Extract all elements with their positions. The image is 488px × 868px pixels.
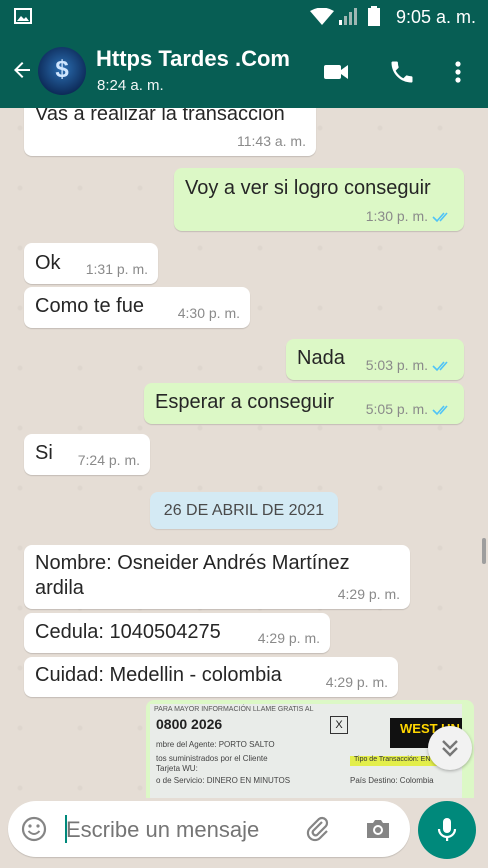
message-time: 4:29 p. m.	[325, 674, 388, 690]
message-outgoing[interactable]: Nada 5:03 p. m.	[286, 339, 464, 380]
message-time: 11:43 a. m.	[236, 133, 306, 149]
message-text: Nada	[297, 347, 345, 369]
message-outgoing[interactable]: Voy a ver si logro conseguir 1:30 p. m.	[174, 168, 464, 231]
wifi-icon	[310, 8, 334, 25]
image-notification-icon	[14, 8, 32, 24]
date-separator: 26 DE ABRIL DE 2021	[150, 492, 338, 529]
receipt-card: Tarjeta WU:	[156, 764, 198, 773]
read-ticks-icon	[432, 361, 448, 372]
battery-icon	[368, 6, 380, 26]
message-time: 1:31 p. m.	[85, 261, 148, 277]
message-incoming[interactable]: Ok 1:31 p. m.	[24, 243, 158, 284]
signal-icon	[339, 8, 357, 25]
back-arrow-icon[interactable]	[10, 58, 34, 82]
message-outgoing[interactable]: Esperar a conseguir 5:05 p. m.	[144, 383, 464, 424]
message-text: Voy a ver si logro conseguir	[185, 177, 431, 199]
receipt-header: PARA MAYOR INFORMACIÓN LLAME GRATIS AL	[154, 706, 314, 713]
read-ticks-icon	[432, 212, 448, 223]
receipt-supplied: tos suministrados por el Cliente	[156, 754, 268, 763]
message-meta: 5:05 p. m.	[366, 401, 454, 417]
image-message[interactable]: PARA MAYOR INFORMACIÓN LLAME GRATIS AL 0…	[146, 700, 474, 798]
message-incoming[interactable]: Nombre: Osneider Andrés Martínez ardila …	[24, 545, 410, 609]
chat-header: $ Https Tardes .Com 8:24 a. m.	[0, 34, 488, 108]
message-text: Como te fue	[35, 295, 144, 317]
attach-icon[interactable]	[304, 815, 332, 843]
message-incoming[interactable]: Como te fue 4:30 p. m.	[24, 287, 250, 328]
message-meta: 5:03 p. m.	[366, 357, 454, 373]
scrollbar-thumb[interactable]	[482, 538, 486, 564]
message-text: Cuidad: Medellin - colombia	[35, 664, 282, 686]
message-composer	[8, 801, 410, 857]
message-text: Cedula: 1040504275	[35, 621, 221, 643]
message-time: 7:24 p. m.	[77, 452, 140, 468]
message-time: 4:30 p. m.	[177, 305, 240, 321]
message-incoming[interactable]: Cedula: 1040504275 4:29 p. m.	[24, 613, 330, 653]
message-time: 5:05 p. m.	[365, 401, 428, 417]
message-time: 4:29 p. m.	[257, 630, 320, 646]
avatar[interactable]: $	[38, 47, 86, 95]
message-text: Si	[35, 442, 53, 464]
receipt-checkbox: X	[330, 716, 348, 734]
receipt-photo[interactable]: PARA MAYOR INFORMACIÓN LLAME GRATIS AL 0…	[150, 704, 462, 798]
video-call-icon[interactable]	[322, 58, 350, 86]
scroll-to-bottom-button[interactable]	[428, 726, 472, 770]
emoji-icon[interactable]	[20, 815, 48, 843]
receipt-agent: mbre del Agente: PORTO SALTO	[156, 740, 275, 749]
microphone-icon	[437, 818, 457, 841]
message-text: Vas a realizar la transacción	[35, 108, 285, 125]
avatar-symbol: $	[55, 56, 69, 83]
message-meta: 1:30 p. m.	[366, 208, 454, 224]
message-list[interactable]: Vas a realizar la transacción 11:43 a. m…	[0, 108, 488, 798]
phone-call-icon[interactable]	[388, 58, 416, 86]
chat-title[interactable]: Https Tardes .Com	[96, 46, 290, 72]
receipt-phone-number: 0800 2026	[156, 716, 223, 732]
status-time: 9:05 a. m.	[395, 7, 476, 27]
message-incoming[interactable]: Vas a realizar la transacción 11:43 a. m…	[24, 108, 316, 156]
message-incoming[interactable]: Cuidad: Medellin - colombia 4:29 p. m.	[24, 657, 398, 697]
camera-icon[interactable]	[364, 815, 392, 843]
message-time: 4:29 p. m.	[337, 586, 400, 602]
status-bar: 9:05 a. m.	[0, 0, 488, 34]
message-incoming[interactable]: Si 7:24 p. m.	[24, 434, 150, 475]
receipt-service: o de Servicio: DINERO EN MINUTOS	[156, 776, 291, 785]
message-text: Ok	[35, 252, 61, 274]
more-options-icon[interactable]	[444, 58, 472, 86]
message-time: 5:03 p. m.	[365, 357, 428, 373]
message-input[interactable]	[64, 815, 304, 845]
last-seen: 8:24 a. m.	[97, 77, 164, 94]
double-chevron-down-icon	[442, 740, 458, 757]
voice-record-button[interactable]	[418, 801, 476, 859]
text-cursor	[65, 815, 67, 843]
message-time: 1:30 p. m.	[365, 208, 428, 224]
read-ticks-icon	[432, 405, 448, 416]
receipt-country: País Destino: Colombia	[350, 776, 434, 785]
message-text: Esperar a conseguir	[155, 391, 334, 413]
